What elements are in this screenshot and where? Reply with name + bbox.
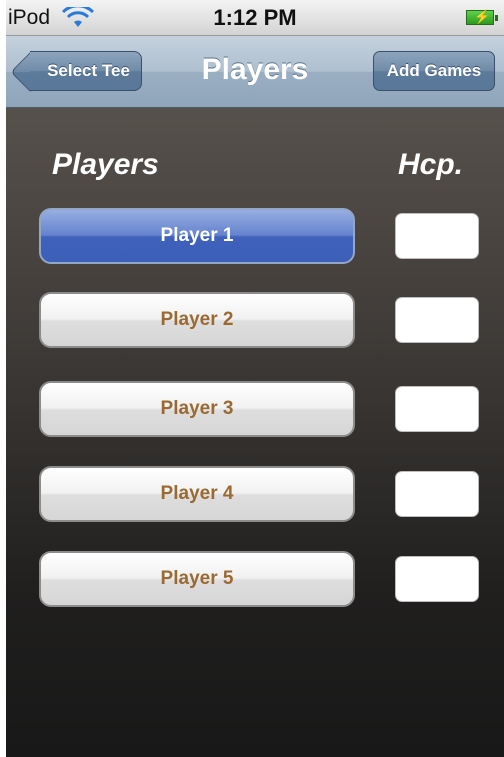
battery-charging-icon: ⚡ xyxy=(466,9,498,25)
player-4-button[interactable]: Player 4 xyxy=(39,466,355,522)
player-1-hcp-field[interactable] xyxy=(395,213,479,259)
player-row: Player 4 xyxy=(6,466,504,524)
player-4-hcp-field[interactable] xyxy=(395,471,479,517)
app-screen: iPod 1:12 PM ⚡ Select Tee Players Add Ga… xyxy=(6,0,504,757)
navigation-bar: Select Tee Players Add Games xyxy=(6,36,504,108)
players-content: Players Hcp. Player 1 Player 2 Player 3 … xyxy=(6,108,504,757)
player-row: Player 5 xyxy=(6,551,504,609)
player-5-hcp-field[interactable] xyxy=(395,556,479,602)
status-time: 1:12 PM xyxy=(213,5,297,30)
player-row: Player 1 xyxy=(6,208,504,266)
player-3-hcp-field[interactable] xyxy=(395,386,479,432)
player-row: Player 3 xyxy=(6,381,504,439)
player-5-button[interactable]: Player 5 xyxy=(39,551,355,607)
status-bar: iPod 1:12 PM ⚡ xyxy=(6,0,504,36)
player-3-button[interactable]: Player 3 xyxy=(39,381,355,437)
player-1-button[interactable]: Player 1 xyxy=(39,208,355,264)
player-2-hcp-field[interactable] xyxy=(395,297,479,343)
player-row: Player 2 xyxy=(6,292,504,350)
player-2-button[interactable]: Player 2 xyxy=(39,292,355,348)
add-games-button[interactable]: Add Games xyxy=(373,51,495,91)
players-column-header: Players xyxy=(52,148,159,181)
handicap-column-header: Hcp. xyxy=(398,148,464,181)
